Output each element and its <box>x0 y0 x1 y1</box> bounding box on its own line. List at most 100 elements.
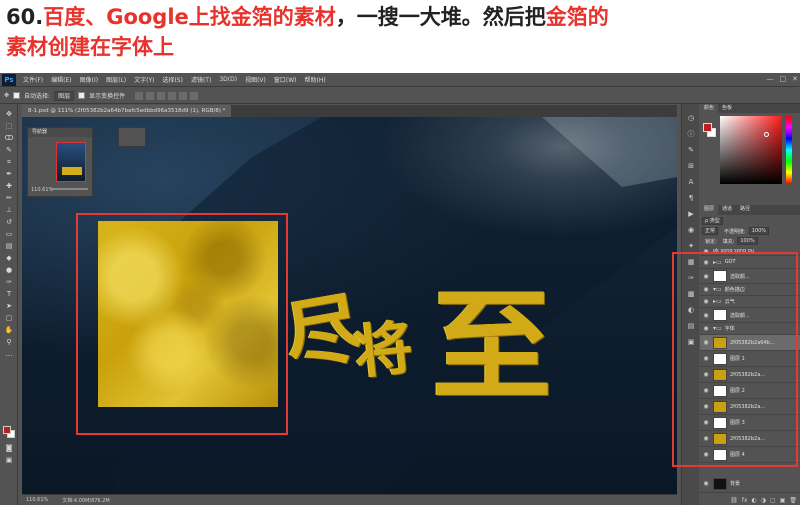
hand-tool-icon[interactable]: ✋ <box>4 326 14 334</box>
new-layer-icon[interactable]: ▣ <box>780 497 786 504</box>
navigator-zoom-slider[interactable] <box>50 188 88 190</box>
quick-mask-icon[interactable]: ◙ <box>4 444 14 452</box>
paragraph-icon[interactable]: ¶ <box>686 194 696 203</box>
document-canvas[interactable]: 尽 将 至 <box>22 117 677 494</box>
pen-tool-icon[interactable]: ✑ <box>4 278 14 286</box>
lasso-tool-icon[interactable]: ↀ <box>4 134 14 142</box>
blend-mode-dropdown[interactable]: 正常 <box>702 227 719 235</box>
tab-layers[interactable]: 图层 <box>700 205 719 215</box>
hue-slider[interactable] <box>786 116 792 184</box>
styles-icon[interactable]: ✦ <box>686 242 696 251</box>
layer-row[interactable]: ◉ 背景 <box>700 475 800 493</box>
adjustment-layer-icon[interactable]: ◑ <box>761 497 766 504</box>
opacity-label: 不透明度: <box>724 228 746 235</box>
menu-window[interactable]: 窗口(W) <box>270 75 301 84</box>
minimize-button[interactable]: — <box>767 75 774 83</box>
quick-select-tool-icon[interactable]: ✎ <box>4 146 14 154</box>
dodge-tool-icon[interactable]: ● <box>4 266 14 274</box>
tab-color[interactable]: 颜色 <box>700 104 719 113</box>
gold-glyph-2: 将 <box>351 313 416 387</box>
layer-name: 背景 <box>730 481 741 487</box>
navigator-thumbnail-text <box>62 167 82 175</box>
path-select-tool-icon[interactable]: ➤ <box>4 302 14 310</box>
close-button[interactable]: ✕ <box>792 75 798 83</box>
mini-panel[interactable] <box>118 127 146 147</box>
shape-tool-icon[interactable]: ▢ <box>4 314 14 322</box>
marquee-tool-icon[interactable]: ⬚ <box>4 122 14 130</box>
align-left-icon[interactable] <box>168 91 177 100</box>
status-zoom[interactable]: 110.61% <box>26 497 48 503</box>
foreground-color-swatch[interactable] <box>3 426 11 434</box>
tab-paths[interactable]: 路径 <box>736 205 754 215</box>
layers-lock-row: 锁定: 填充: 100% <box>702 237 798 245</box>
new-group-icon[interactable]: ▢ <box>770 497 776 504</box>
align-top-icon[interactable] <box>135 91 144 100</box>
menu-select[interactable]: 选择(S) <box>158 75 187 84</box>
navigator-thumbnail[interactable] <box>56 142 86 182</box>
character-icon[interactable]: A <box>686 178 696 187</box>
toolbox: ✥ ⬚ ↀ ✎ ⌗ ✒ ✚ ✏ ⊥ ↺ ▭ ▤ ◆ ● ✑ T ➤ ▢ ✋ ⚲ … <box>0 104 18 505</box>
fill-label: 填充: <box>722 238 735 245</box>
fill-input[interactable]: 100% <box>737 237 758 245</box>
menu-layer[interactable]: 图层(L) <box>102 75 130 84</box>
more-tools-icon[interactable]: … <box>4 350 14 358</box>
screen-mode-icon[interactable]: ▣ <box>4 456 14 464</box>
move-tool-icon[interactable]: ✥ <box>4 110 14 118</box>
maximize-button[interactable]: □ <box>780 75 787 83</box>
eye-icon[interactable]: ◉ <box>702 480 710 487</box>
eyedropper-tool-icon[interactable]: ✒ <box>4 170 14 178</box>
show-transform-label: 显示变换控件 <box>89 93 126 100</box>
color-panel-fg-swatch[interactable] <box>703 123 712 132</box>
tab-swatches[interactable]: 色板 <box>718 104 736 113</box>
layer-mask-icon[interactable]: ◐ <box>752 497 757 504</box>
menu-filter[interactable]: 滤镜(T) <box>187 75 215 84</box>
align-center-icon[interactable] <box>179 91 188 100</box>
history-icon[interactable]: ◷ <box>686 114 696 123</box>
clone-source-icon[interactable]: ⊞ <box>686 162 696 171</box>
opacity-input[interactable]: 100% <box>748 227 769 235</box>
menu-image[interactable]: 图像(I) <box>76 75 102 84</box>
auto-select-target-dropdown[interactable]: 图层 <box>54 90 75 101</box>
info-icon[interactable]: ◉ <box>686 226 696 235</box>
tab-channels[interactable]: 通道 <box>718 205 736 215</box>
navigator-panel: 导航器 110.61% <box>27 127 93 197</box>
caption-red-3: 素材创建在字体上 <box>6 35 174 59</box>
menu-file[interactable]: 文件(F) <box>19 75 47 84</box>
document-tab[interactable]: 8-1.psd @ 111% (2f05382b2a64b7bafc5edbbd… <box>22 105 232 117</box>
show-transform-checkbox[interactable] <box>78 92 86 99</box>
menu-3d[interactable]: 3D(D) <box>215 76 241 83</box>
brush-tool-icon[interactable]: ✏ <box>4 194 14 202</box>
menu-edit[interactable]: 编辑(E) <box>47 75 75 84</box>
auto-select-checkbox[interactable] <box>13 92 21 99</box>
trash-icon[interactable]: 🗑 <box>789 497 797 504</box>
layer-style-icon[interactable]: fx <box>742 497 748 504</box>
color-picker-field[interactable] <box>720 116 782 184</box>
color-picker-cursor[interactable] <box>764 132 769 137</box>
crop-tool-icon[interactable]: ⌗ <box>4 158 14 166</box>
ps-logo: Ps <box>2 73 16 86</box>
gradient-tool-icon[interactable]: ▤ <box>4 242 14 250</box>
align-middle-icon[interactable] <box>146 91 155 100</box>
menu-help[interactable]: 帮助(H) <box>301 75 330 84</box>
stamp-tool-icon[interactable]: ⊥ <box>4 206 14 214</box>
history-brush-tool-icon[interactable]: ↺ <box>4 218 14 226</box>
zoom-tool-icon[interactable]: ⚲ <box>4 338 14 346</box>
window-controls: — □ ✕ <box>767 75 799 83</box>
align-right-icon[interactable] <box>190 91 199 100</box>
properties-icon[interactable]: ⓘ <box>686 130 696 139</box>
eraser-tool-icon[interactable]: ▭ <box>4 230 14 238</box>
blur-tool-icon[interactable]: ◆ <box>4 254 14 262</box>
document-tab-bar: 8-1.psd @ 111% (2f05382b2a64b7bafc5edbbd… <box>22 105 677 117</box>
type-tool-icon[interactable]: T <box>4 290 14 298</box>
link-layers-icon[interactable]: ⛓ <box>730 497 738 504</box>
heal-tool-icon[interactable]: ✚ <box>4 182 14 190</box>
align-bottom-icon[interactable] <box>157 91 166 100</box>
menu-view[interactable]: 视图(V) <box>241 75 270 84</box>
brush-panel-icon[interactable]: ✎ <box>686 146 696 155</box>
actions-icon[interactable]: ▶ <box>686 210 696 219</box>
layer-filter-dropdown[interactable]: ρ 类型 <box>702 217 723 225</box>
navigator-title[interactable]: 导航器 <box>28 128 92 137</box>
menu-type[interactable]: 文字(Y) <box>130 75 158 84</box>
status-doc-size: 文档:4.00M/876.2M <box>62 497 110 504</box>
move-tool-icon[interactable]: ✥ <box>4 92 9 99</box>
